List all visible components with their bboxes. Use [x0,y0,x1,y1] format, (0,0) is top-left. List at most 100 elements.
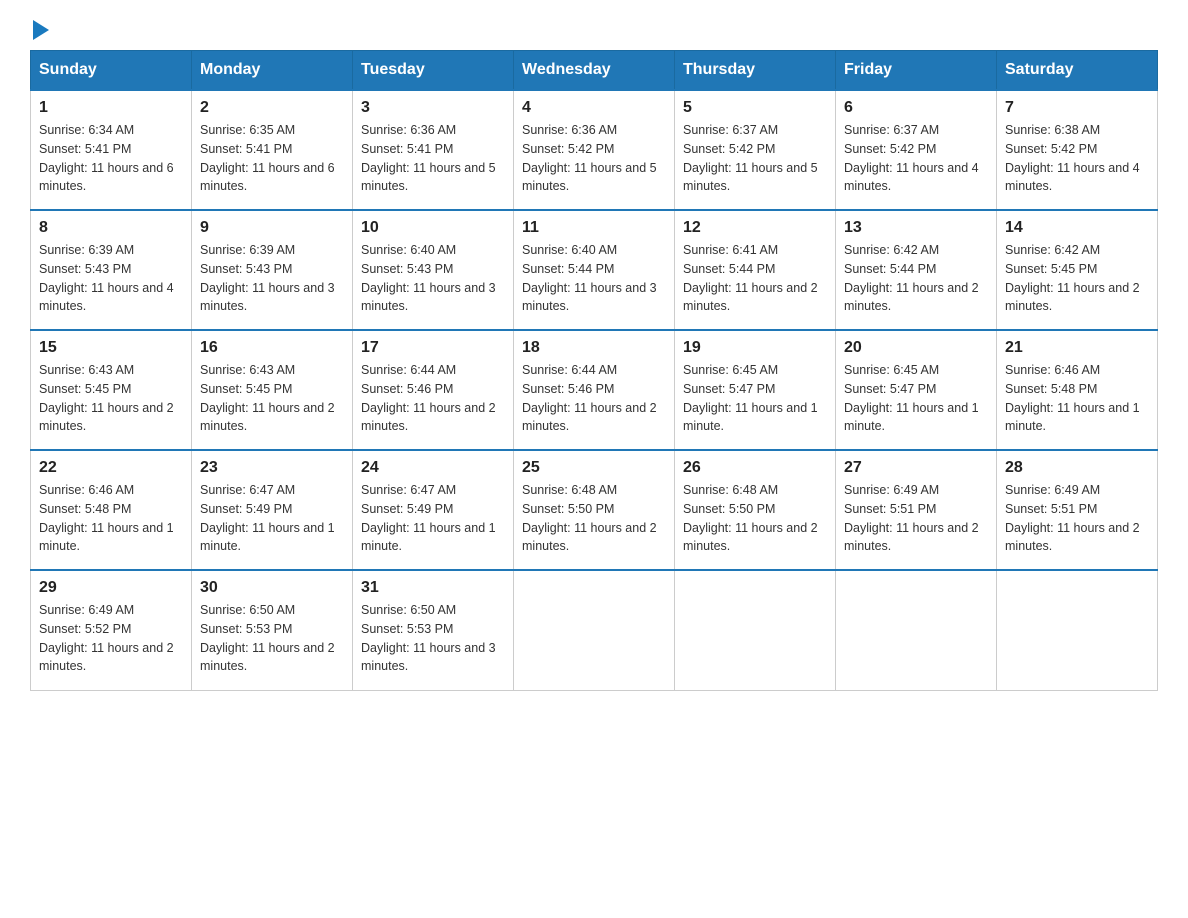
calendar-cell: 14 Sunrise: 6:42 AMSunset: 5:45 PMDaylig… [997,210,1158,330]
calendar-cell: 5 Sunrise: 6:37 AMSunset: 5:42 PMDayligh… [675,90,836,210]
header-sunday: Sunday [31,51,192,91]
calendar-cell: 6 Sunrise: 6:37 AMSunset: 5:42 PMDayligh… [836,90,997,210]
day-number: 18 [522,339,666,357]
day-number: 21 [1005,339,1149,357]
day-number: 15 [39,339,183,357]
week-row-3: 15 Sunrise: 6:43 AMSunset: 5:45 PMDaylig… [31,330,1158,450]
day-info: Sunrise: 6:41 AMSunset: 5:44 PMDaylight:… [683,243,818,313]
calendar-cell: 21 Sunrise: 6:46 AMSunset: 5:48 PMDaylig… [997,330,1158,450]
day-info: Sunrise: 6:42 AMSunset: 5:44 PMDaylight:… [844,243,979,313]
calendar-cell: 20 Sunrise: 6:45 AMSunset: 5:47 PMDaylig… [836,330,997,450]
day-info: Sunrise: 6:48 AMSunset: 5:50 PMDaylight:… [683,483,818,553]
calendar-cell: 15 Sunrise: 6:43 AMSunset: 5:45 PMDaylig… [31,330,192,450]
calendar-cell: 29 Sunrise: 6:49 AMSunset: 5:52 PMDaylig… [31,570,192,690]
calendar-cell: 1 Sunrise: 6:34 AMSunset: 5:41 PMDayligh… [31,90,192,210]
day-number: 30 [200,579,344,597]
day-info: Sunrise: 6:36 AMSunset: 5:41 PMDaylight:… [361,123,496,193]
calendar-cell: 8 Sunrise: 6:39 AMSunset: 5:43 PMDayligh… [31,210,192,330]
header-wednesday: Wednesday [514,51,675,91]
day-number: 25 [522,459,666,477]
calendar-table: SundayMondayTuesdayWednesdayThursdayFrid… [30,50,1158,691]
day-number: 2 [200,99,344,117]
calendar-cell: 24 Sunrise: 6:47 AMSunset: 5:49 PMDaylig… [353,450,514,570]
week-row-2: 8 Sunrise: 6:39 AMSunset: 5:43 PMDayligh… [31,210,1158,330]
day-info: Sunrise: 6:44 AMSunset: 5:46 PMDaylight:… [522,363,657,433]
calendar-cell: 13 Sunrise: 6:42 AMSunset: 5:44 PMDaylig… [836,210,997,330]
day-info: Sunrise: 6:46 AMSunset: 5:48 PMDaylight:… [1005,363,1140,433]
day-info: Sunrise: 6:49 AMSunset: 5:52 PMDaylight:… [39,603,174,673]
day-number: 7 [1005,99,1149,117]
calendar-cell: 12 Sunrise: 6:41 AMSunset: 5:44 PMDaylig… [675,210,836,330]
calendar-cell: 11 Sunrise: 6:40 AMSunset: 5:44 PMDaylig… [514,210,675,330]
day-info: Sunrise: 6:45 AMSunset: 5:47 PMDaylight:… [683,363,818,433]
day-info: Sunrise: 6:40 AMSunset: 5:44 PMDaylight:… [522,243,657,313]
day-number: 17 [361,339,505,357]
day-info: Sunrise: 6:39 AMSunset: 5:43 PMDaylight:… [200,243,335,313]
calendar-cell: 2 Sunrise: 6:35 AMSunset: 5:41 PMDayligh… [192,90,353,210]
day-number: 27 [844,459,988,477]
calendar-cell: 19 Sunrise: 6:45 AMSunset: 5:47 PMDaylig… [675,330,836,450]
week-row-4: 22 Sunrise: 6:46 AMSunset: 5:48 PMDaylig… [31,450,1158,570]
calendar-cell: 18 Sunrise: 6:44 AMSunset: 5:46 PMDaylig… [514,330,675,450]
day-number: 3 [361,99,505,117]
day-info: Sunrise: 6:46 AMSunset: 5:48 PMDaylight:… [39,483,174,553]
calendar-cell: 23 Sunrise: 6:47 AMSunset: 5:49 PMDaylig… [192,450,353,570]
calendar-cell: 31 Sunrise: 6:50 AMSunset: 5:53 PMDaylig… [353,570,514,690]
day-number: 12 [683,219,827,237]
calendar-cell: 30 Sunrise: 6:50 AMSunset: 5:53 PMDaylig… [192,570,353,690]
day-info: Sunrise: 6:42 AMSunset: 5:45 PMDaylight:… [1005,243,1140,313]
weekday-header-row: SundayMondayTuesdayWednesdayThursdayFrid… [31,51,1158,91]
calendar-cell [836,570,997,690]
calendar-cell: 16 Sunrise: 6:43 AMSunset: 5:45 PMDaylig… [192,330,353,450]
day-info: Sunrise: 6:45 AMSunset: 5:47 PMDaylight:… [844,363,979,433]
calendar-cell: 27 Sunrise: 6:49 AMSunset: 5:51 PMDaylig… [836,450,997,570]
day-number: 14 [1005,219,1149,237]
calendar-cell: 25 Sunrise: 6:48 AMSunset: 5:50 PMDaylig… [514,450,675,570]
calendar-cell: 9 Sunrise: 6:39 AMSunset: 5:43 PMDayligh… [192,210,353,330]
calendar-cell [514,570,675,690]
calendar-cell [997,570,1158,690]
calendar-cell [675,570,836,690]
day-number: 10 [361,219,505,237]
day-info: Sunrise: 6:35 AMSunset: 5:41 PMDaylight:… [200,123,335,193]
day-info: Sunrise: 6:43 AMSunset: 5:45 PMDaylight:… [39,363,174,433]
calendar-cell: 17 Sunrise: 6:44 AMSunset: 5:46 PMDaylig… [353,330,514,450]
calendar-cell: 4 Sunrise: 6:36 AMSunset: 5:42 PMDayligh… [514,90,675,210]
header-friday: Friday [836,51,997,91]
header-saturday: Saturday [997,51,1158,91]
day-number: 9 [200,219,344,237]
day-info: Sunrise: 6:44 AMSunset: 5:46 PMDaylight:… [361,363,496,433]
day-number: 24 [361,459,505,477]
day-number: 22 [39,459,183,477]
calendar-cell: 7 Sunrise: 6:38 AMSunset: 5:42 PMDayligh… [997,90,1158,210]
week-row-5: 29 Sunrise: 6:49 AMSunset: 5:52 PMDaylig… [31,570,1158,690]
day-info: Sunrise: 6:40 AMSunset: 5:43 PMDaylight:… [361,243,496,313]
header-monday: Monday [192,51,353,91]
day-number: 20 [844,339,988,357]
day-number: 16 [200,339,344,357]
page-header [30,20,1158,40]
day-number: 29 [39,579,183,597]
calendar-cell: 26 Sunrise: 6:48 AMSunset: 5:50 PMDaylig… [675,450,836,570]
calendar-cell: 3 Sunrise: 6:36 AMSunset: 5:41 PMDayligh… [353,90,514,210]
header-thursday: Thursday [675,51,836,91]
day-number: 31 [361,579,505,597]
day-number: 11 [522,219,666,237]
calendar-cell: 10 Sunrise: 6:40 AMSunset: 5:43 PMDaylig… [353,210,514,330]
logo-triangle-icon [33,20,49,40]
day-info: Sunrise: 6:48 AMSunset: 5:50 PMDaylight:… [522,483,657,553]
day-info: Sunrise: 6:39 AMSunset: 5:43 PMDaylight:… [39,243,174,313]
day-number: 4 [522,99,666,117]
day-info: Sunrise: 6:38 AMSunset: 5:42 PMDaylight:… [1005,123,1140,193]
calendar-cell: 22 Sunrise: 6:46 AMSunset: 5:48 PMDaylig… [31,450,192,570]
day-number: 6 [844,99,988,117]
day-info: Sunrise: 6:49 AMSunset: 5:51 PMDaylight:… [844,483,979,553]
day-number: 1 [39,99,183,117]
day-number: 19 [683,339,827,357]
day-number: 23 [200,459,344,477]
day-info: Sunrise: 6:37 AMSunset: 5:42 PMDaylight:… [844,123,979,193]
day-info: Sunrise: 6:37 AMSunset: 5:42 PMDaylight:… [683,123,818,193]
day-info: Sunrise: 6:47 AMSunset: 5:49 PMDaylight:… [200,483,335,553]
day-number: 8 [39,219,183,237]
day-number: 26 [683,459,827,477]
